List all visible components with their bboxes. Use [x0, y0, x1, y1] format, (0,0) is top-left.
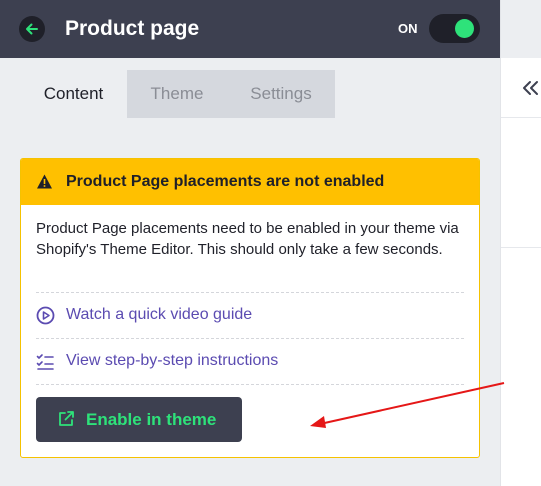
enable-button-label: Enable in theme [86, 410, 217, 429]
app: Product page ON Content Theme Settings P… [0, 0, 541, 486]
panel-header: Product page ON [0, 0, 500, 58]
notice-header: Product Page placements are not enabled [21, 159, 479, 205]
tab-content[interactable]: Content [20, 70, 127, 118]
enable-toggle[interactable] [429, 14, 480, 43]
double-chevron-left-icon[interactable] [521, 80, 540, 96]
toggle-label: ON [398, 21, 418, 36]
divider [36, 292, 464, 293]
instructions-link[interactable]: View step-by-step instructions [36, 350, 278, 372]
tab-theme[interactable]: Theme [127, 70, 227, 118]
enable-in-theme-button[interactable]: Enable in theme [36, 397, 242, 442]
instructions-label: View step-by-step instructions [66, 352, 279, 369]
video-guide-label: Watch a quick video guide [66, 306, 253, 323]
arrow-left-icon [26, 23, 38, 35]
toggle-knob [455, 19, 474, 38]
divider [36, 338, 464, 339]
preview-header [501, 0, 541, 58]
warning-icon [37, 174, 52, 189]
external-link-icon [59, 411, 74, 426]
divider [501, 247, 541, 248]
divider [501, 117, 541, 118]
annotation-arrow [310, 382, 505, 428]
checklist-icon [36, 353, 54, 370]
page-title: Product page [65, 17, 200, 40]
notice-description: Product Page placements need to be enabl… [36, 220, 459, 258]
video-guide-link[interactable]: Watch a quick video guide [36, 304, 252, 326]
tab-settings[interactable]: Settings [227, 70, 335, 118]
back-button[interactable] [19, 16, 45, 42]
play-circle-icon [36, 306, 55, 324]
tab-bar: Content Theme Settings [20, 70, 335, 118]
notice-title: Product Page placements are not enabled [66, 173, 385, 190]
